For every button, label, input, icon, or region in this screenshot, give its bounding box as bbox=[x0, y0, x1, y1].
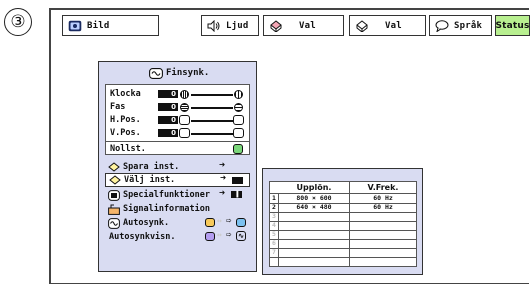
on-toggle-icon bbox=[236, 218, 246, 227]
select-diamond-icon bbox=[109, 174, 121, 186]
tab-status[interactable]: Status bbox=[495, 15, 530, 36]
special-functions-icon bbox=[108, 189, 120, 201]
frequency-cell: 60 Hz bbox=[373, 194, 393, 202]
off-toggle-icon bbox=[205, 232, 215, 241]
options-icon bbox=[355, 19, 369, 33]
speaker-icon bbox=[207, 19, 221, 32]
adjust-row-hpos[interactable]: H.Pos. bbox=[110, 114, 141, 126]
hpos-right-icon bbox=[233, 115, 244, 125]
off-toggle-icon bbox=[205, 218, 215, 227]
options-icon bbox=[269, 19, 283, 33]
row-number: 1 bbox=[272, 194, 276, 202]
resolution-cell: 640 × 480 bbox=[296, 203, 332, 211]
row-number: 6 bbox=[272, 239, 276, 247]
wave-display-icon: ∿ bbox=[236, 231, 246, 241]
row-number: 7 bbox=[272, 248, 276, 256]
tab-val-1[interactable]: Val bbox=[263, 15, 344, 36]
column-header-resolution: Upplön. bbox=[296, 183, 332, 192]
picture-icon bbox=[68, 20, 82, 32]
adjust-slider[interactable] bbox=[191, 94, 233, 96]
row-number: 5 bbox=[272, 230, 276, 238]
resolution-table-panel: Upplön. V.Frek. 1 800 × 600 60 Hz 2 640 … bbox=[262, 168, 423, 275]
submenu-box-icon: ▐ bbox=[231, 191, 242, 198]
tab-label: Bild bbox=[87, 20, 110, 31]
frequency-cell: 60 Hz bbox=[373, 203, 393, 211]
menu-item-signalinformation[interactable]: Signalinformation bbox=[105, 202, 250, 216]
left-right-arrow-icon: ↔ bbox=[217, 216, 222, 225]
signal-info-icon bbox=[108, 204, 120, 215]
phase-dial-icon bbox=[180, 102, 189, 112]
arrow-right-icon: ⇨ bbox=[226, 230, 232, 240]
row-number: 4 bbox=[272, 221, 276, 229]
tab-label: Val bbox=[299, 20, 316, 31]
adjust-row-vpos[interactable]: V.Pos. bbox=[110, 127, 141, 139]
tab-label: Språk bbox=[454, 20, 483, 31]
step-marker: ③ bbox=[4, 8, 32, 36]
tab-sprak[interactable]: Språk bbox=[429, 15, 492, 36]
resolution-cell: 800 × 600 bbox=[296, 194, 332, 202]
tab-label: Val bbox=[385, 20, 402, 31]
finsync-icon bbox=[149, 67, 163, 79]
resolution-table: Upplön. V.Frek. 1 800 × 600 60 Hz 2 640 … bbox=[269, 181, 417, 267]
menu-item-spara-inst[interactable]: Spara inst. ➜ bbox=[105, 160, 250, 174]
clock-dial-icon bbox=[234, 89, 243, 99]
tab-label: Status bbox=[495, 20, 530, 31]
row-number: 2 bbox=[272, 203, 276, 211]
menu-item-valj-inst[interactable]: Välj inst. ➜ bbox=[105, 173, 250, 187]
adjust-slider[interactable] bbox=[191, 133, 233, 135]
adjust-row-klocka[interactable]: Klocka bbox=[110, 88, 141, 100]
tab-val-2[interactable]: Val bbox=[349, 15, 426, 36]
adjust-row-fas[interactable]: Fas bbox=[110, 101, 125, 113]
speech-bubble-icon bbox=[435, 19, 449, 33]
column-header-frequency: V.Frek. bbox=[367, 183, 399, 192]
value-box: 0 bbox=[158, 103, 178, 111]
menu-item-autosynkvisn[interactable]: Autosynkvisn. ↔ ⇨ ∿ bbox=[105, 230, 250, 244]
row-number: 3 bbox=[272, 212, 276, 220]
hpos-left-icon bbox=[179, 115, 190, 125]
arrow-right-icon: ➜ bbox=[219, 188, 226, 199]
phase-dial-icon bbox=[234, 102, 243, 112]
menu-item-autosynk[interactable]: Autosynk. ↔ ⇨ bbox=[105, 216, 250, 230]
vpos-up-icon bbox=[179, 128, 190, 138]
reset-row[interactable]: Nollst. bbox=[105, 141, 250, 155]
tab-bild[interactable]: Bild bbox=[62, 15, 159, 36]
save-diamond-icon bbox=[108, 161, 120, 173]
adjust-slider[interactable] bbox=[191, 107, 233, 109]
value-box: 0 bbox=[158, 116, 178, 124]
vpos-down-icon bbox=[233, 128, 244, 138]
menu-item-specialfunktioner[interactable]: Specialfunktioner ➜ ▐ bbox=[105, 188, 250, 202]
menu-title: Finsynk. bbox=[146, 66, 209, 80]
finsynk-menu: Finsynk. Klocka 0 Fas 0 H.Pos. 0 V.Pos. … bbox=[98, 61, 257, 272]
tab-label: Ljud bbox=[226, 20, 249, 31]
left-right-arrow-icon: ↔ bbox=[217, 230, 222, 239]
submenu-box-icon bbox=[232, 177, 243, 184]
clock-dial-icon bbox=[180, 89, 189, 99]
reset-icon bbox=[233, 143, 243, 154]
arrow-right-icon: ⇨ bbox=[226, 216, 232, 226]
arrow-right-icon: ➜ bbox=[219, 160, 226, 171]
value-box: 0 bbox=[158, 90, 178, 98]
tab-ljud[interactable]: Ljud bbox=[201, 15, 259, 36]
autosync-icon bbox=[108, 217, 120, 229]
value-box: 0 bbox=[158, 129, 178, 137]
arrow-right-icon: ➜ bbox=[220, 173, 227, 184]
adjust-slider[interactable] bbox=[191, 120, 233, 122]
